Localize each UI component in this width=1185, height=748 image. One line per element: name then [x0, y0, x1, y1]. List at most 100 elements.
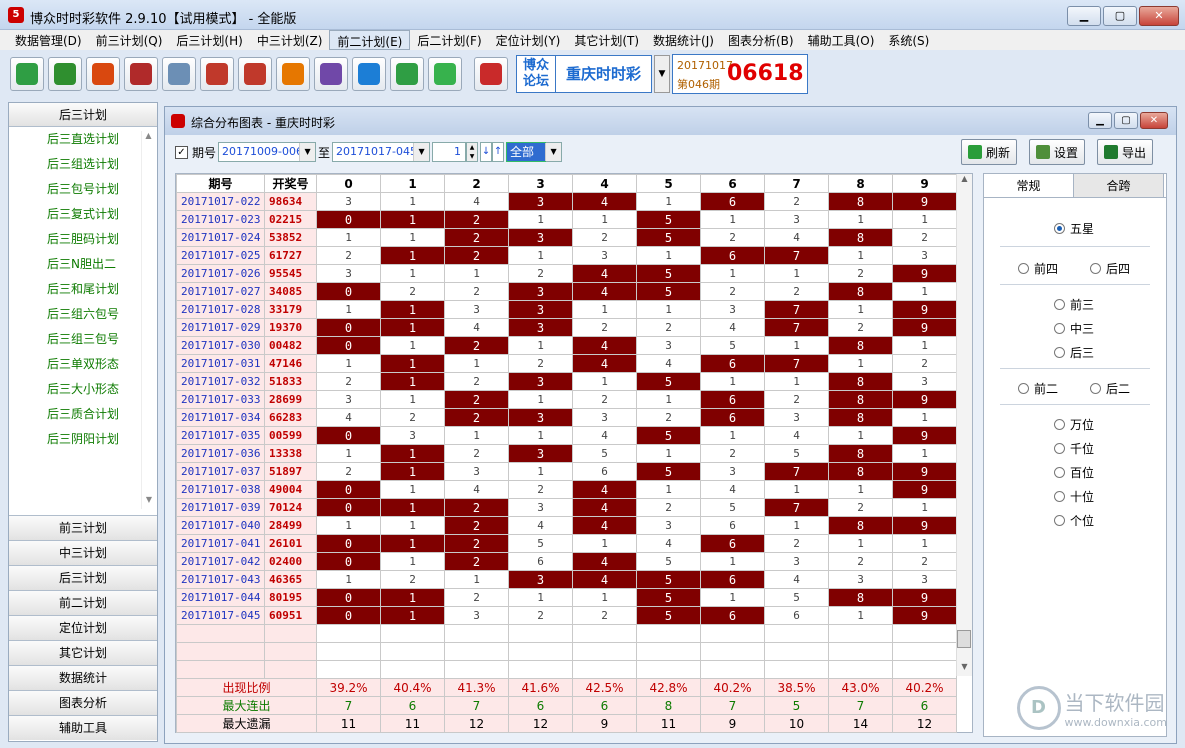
sidebar-link[interactable]: 后三组六包号: [9, 302, 157, 327]
to-period-select[interactable]: 20171017-045 ▼: [332, 142, 431, 162]
scroll-down-icon[interactable]: ▼: [957, 662, 972, 676]
radio-option[interactable]: 前三: [1054, 296, 1094, 313]
sidebar-link[interactable]: 后三直选计划: [9, 127, 157, 152]
radio-button[interactable]: [1054, 419, 1065, 430]
refresh-button[interactable]: 刷新: [961, 139, 1018, 165]
radio-option[interactable]: 百位: [1054, 464, 1094, 481]
radio-button[interactable]: [1054, 467, 1065, 478]
step-input[interactable]: 1: [432, 142, 467, 162]
radio-option[interactable]: 后四: [1090, 260, 1130, 277]
sidebar-nav-button[interactable]: 辅助工具: [9, 715, 157, 740]
sidebar-nav-button[interactable]: 后三计划: [9, 565, 157, 590]
sidebar-link[interactable]: 后三组三包号: [9, 327, 157, 352]
radio-option[interactable]: 十位: [1054, 488, 1094, 505]
sidebar-nav-button[interactable]: 中三计划: [9, 540, 157, 565]
sidebar-link[interactable]: 后三大小形态: [9, 377, 157, 402]
radio-button[interactable]: [1054, 347, 1065, 358]
radio-option[interactable]: 个位: [1054, 512, 1094, 529]
toolbar-button[interactable]: pie-chart-icon: [86, 57, 120, 91]
radio-button[interactable]: [1054, 443, 1065, 454]
chevron-down-icon[interactable]: ▼: [545, 143, 562, 161]
toolbar-button[interactable]: calculator-icon: [352, 57, 386, 91]
minimize-button[interactable]: ▁: [1067, 6, 1101, 26]
period-checkbox[interactable]: ✓: [175, 145, 188, 159]
menu-item[interactable]: 后二计划(F): [410, 30, 488, 50]
menu-item[interactable]: 图表分析(B): [721, 30, 801, 50]
radio-button[interactable]: [1090, 383, 1101, 394]
menu-item[interactable]: 定位计划(Y): [489, 30, 568, 50]
sidebar-nav-button[interactable]: 前二计划: [9, 590, 157, 615]
sidebar-header[interactable]: 后三计划: [9, 103, 157, 127]
toolbar-button[interactable]: download-icon: [48, 57, 82, 91]
table-scrollbar[interactable]: ▲ ▼: [956, 174, 972, 676]
radio-button[interactable]: [1090, 263, 1101, 274]
sidebar-nav-button[interactable]: 前三计划: [9, 515, 157, 540]
sidebar-link[interactable]: 后三质合计划: [9, 402, 157, 427]
sidebar-link[interactable]: 后三阴阳计划: [9, 427, 157, 452]
menu-item[interactable]: 系统(S): [881, 30, 936, 50]
settings-button[interactable]: 设置: [1029, 139, 1086, 165]
sidebar-nav-button[interactable]: 数据统计: [9, 665, 157, 690]
sidebar-link[interactable]: 后三胆码计划: [9, 227, 157, 252]
range-select[interactable]: 全部: [506, 142, 547, 162]
radio-button[interactable]: [1054, 491, 1065, 502]
radio-button[interactable]: [1018, 263, 1029, 274]
radio-option[interactable]: 后二: [1090, 380, 1130, 397]
sidebar-link[interactable]: 后三单双形态: [9, 352, 157, 377]
toolbar-button[interactable]: bar-chart-icon: [200, 57, 234, 91]
scroll-down-icon[interactable]: ▼: [142, 495, 156, 509]
export-button[interactable]: 导出: [1097, 139, 1154, 165]
radio-button[interactable]: [1054, 299, 1065, 310]
radio-option[interactable]: 万位: [1054, 416, 1094, 433]
sidebar-nav-button[interactable]: 其它计划: [9, 640, 157, 665]
sidebar-scrollbar[interactable]: ▲ ▼: [141, 131, 155, 509]
step-spinner[interactable]: ▲ ▼: [466, 142, 479, 162]
sort-down-icon[interactable]: ↓: [480, 142, 493, 162]
radio-option[interactable]: 千位: [1054, 440, 1094, 457]
scroll-up-icon[interactable]: ▲: [957, 174, 972, 188]
sidebar-link[interactable]: 后三包号计划: [9, 177, 157, 202]
scroll-up-icon[interactable]: ▲: [142, 131, 155, 145]
from-period-select[interactable]: 20171009-006 ▼: [218, 142, 317, 162]
radio-option[interactable]: 前二: [1018, 380, 1058, 397]
radio-button[interactable]: [1054, 515, 1065, 526]
sidebar-link[interactable]: 后三组选计划: [9, 152, 157, 177]
tab-normal[interactable]: 常规: [984, 174, 1074, 197]
menu-item[interactable]: 其它计划(T): [567, 30, 646, 50]
child-maximize-button[interactable]: ▢: [1114, 112, 1138, 129]
sort-up-icon[interactable]: ↑: [492, 142, 505, 162]
menu-item[interactable]: 数据管理(D): [8, 30, 89, 50]
menu-item[interactable]: 后三计划(H): [169, 30, 249, 50]
radio-option[interactable]: 五星: [1054, 220, 1094, 237]
toolbar-button[interactable]: line-chart-icon: [162, 57, 196, 91]
sidebar-nav-button[interactable]: 图表分析: [9, 690, 157, 715]
radio-option[interactable]: 中三: [1054, 320, 1094, 337]
toolbar-button[interactable]: database-icon: [10, 57, 44, 91]
toolbar-button[interactable]: lottery-icon: [474, 57, 508, 91]
radio-button[interactable]: [1054, 323, 1065, 334]
menu-item[interactable]: 数据统计(J): [646, 30, 721, 50]
toolbar-button[interactable]: matrix-icon: [314, 57, 348, 91]
toolbar-button[interactable]: grid-chart-icon: [124, 57, 158, 91]
toolbar-button[interactable]: gear-icon: [390, 57, 424, 91]
radio-option[interactable]: 后三: [1054, 344, 1094, 361]
scrollbar-thumb[interactable]: [957, 630, 971, 648]
chevron-down-icon[interactable]: ▼: [413, 143, 430, 161]
menu-item[interactable]: 前二计划(E): [329, 30, 411, 50]
lottery-dropdown[interactable]: ▼: [654, 55, 670, 93]
child-minimize-button[interactable]: ▁: [1088, 112, 1112, 129]
menu-item[interactable]: 辅助工具(O): [801, 30, 882, 50]
sidebar-link[interactable]: 后三N胆出二: [9, 252, 157, 277]
toolbar-button[interactable]: refresh-icon: [428, 57, 462, 91]
toolbar-button[interactable]: bar-chart-icon: [238, 57, 272, 91]
radio-button[interactable]: [1054, 223, 1065, 234]
sidebar-link[interactable]: 后三复式计划: [9, 202, 157, 227]
maximize-button[interactable]: ▢: [1103, 6, 1137, 26]
sidebar-link[interactable]: 后三和尾计划: [9, 277, 157, 302]
range-dropdown[interactable]: ▼: [545, 142, 563, 162]
menu-item[interactable]: 前三计划(Q): [89, 30, 170, 50]
radio-option[interactable]: 前四: [1018, 260, 1058, 277]
sidebar-nav-button[interactable]: 定位计划: [9, 615, 157, 640]
menu-item[interactable]: 中三计划(Z): [250, 30, 330, 50]
child-close-button[interactable]: ✕: [1140, 112, 1168, 129]
